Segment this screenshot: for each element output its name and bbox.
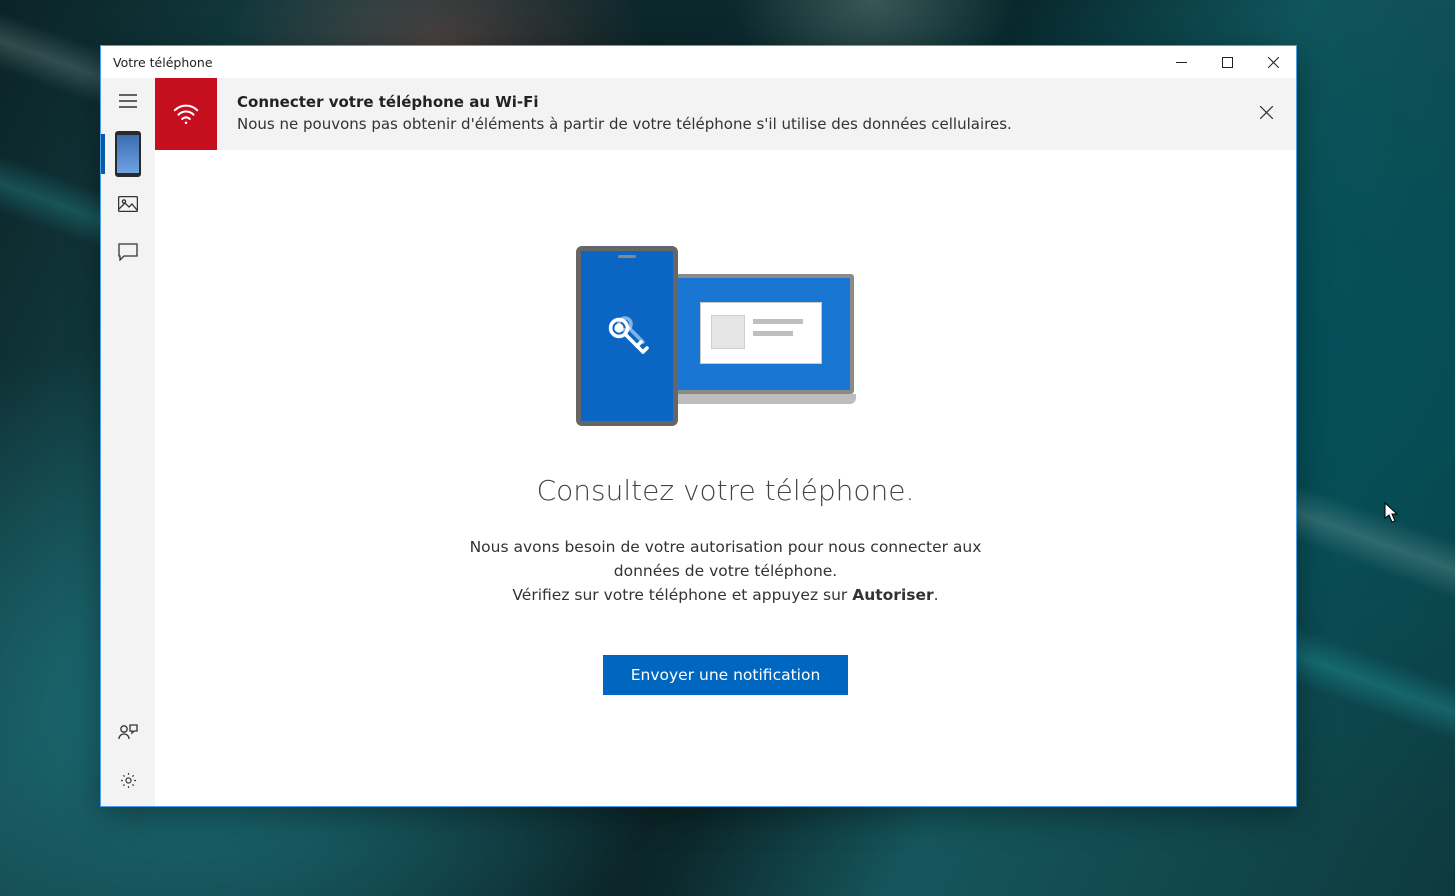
- phone-laptop-illustration: [576, 246, 876, 426]
- sidebar-item-messages[interactable]: [101, 230, 155, 278]
- banner-text: Connecter votre téléphone au Wi-Fi Nous …: [217, 78, 1236, 150]
- hamburger-menu-button[interactable]: [101, 78, 155, 126]
- feedback-icon: [118, 722, 138, 746]
- sidebar-item-photos[interactable]: [101, 182, 155, 230]
- sidebar-item-feedback[interactable]: [101, 710, 155, 758]
- subtext-line2-suffix: .: [934, 586, 939, 604]
- app-window: Votre téléphone: [100, 45, 1297, 807]
- wifi-warning-icon: [155, 78, 217, 150]
- titlebar: Votre téléphone: [101, 46, 1296, 78]
- sidebar-item-phone[interactable]: [101, 126, 155, 182]
- subtext: Nous avons besoin de votre autorisation …: [446, 535, 1006, 607]
- headline: Consultez votre téléphone.: [537, 474, 915, 507]
- sidebar-item-settings[interactable]: [101, 758, 155, 806]
- wifi-warning-banner: Connecter votre téléphone au Wi-Fi Nous …: [155, 78, 1296, 150]
- window-controls: [1158, 46, 1296, 78]
- sidebar: [101, 78, 155, 806]
- banner-title: Connecter votre téléphone au Wi-Fi: [237, 92, 1216, 114]
- messages-icon: [118, 243, 138, 265]
- phone-icon: [115, 131, 141, 177]
- banner-close-button[interactable]: [1236, 78, 1296, 150]
- gear-icon: [119, 771, 138, 794]
- maximize-button[interactable]: [1204, 46, 1250, 78]
- close-button[interactable]: [1250, 46, 1296, 78]
- close-icon: [1260, 104, 1273, 123]
- main-panel: Consultez votre téléphone. Nous avons be…: [155, 150, 1296, 807]
- send-notification-button[interactable]: Envoyer une notification: [603, 655, 849, 695]
- phone-key-icon: [576, 246, 678, 426]
- banner-body: Nous ne pouvons pas obtenir d'éléments à…: [237, 114, 1216, 136]
- window-title: Votre téléphone: [113, 55, 213, 70]
- subtext-line2-prefix: Vérifiez sur votre téléphone et appuyez …: [512, 586, 852, 604]
- minimize-button[interactable]: [1158, 46, 1204, 78]
- subtext-line1: Nous avons besoin de votre autorisation …: [470, 538, 982, 580]
- hamburger-icon: [119, 93, 137, 112]
- client-area: Connecter votre téléphone au Wi-Fi Nous …: [101, 78, 1296, 806]
- subtext-line2-bold: Autoriser: [852, 586, 933, 604]
- photos-icon: [118, 196, 138, 216]
- laptop-icon: [656, 274, 856, 404]
- content-area: Connecter votre téléphone au Wi-Fi Nous …: [155, 78, 1296, 806]
